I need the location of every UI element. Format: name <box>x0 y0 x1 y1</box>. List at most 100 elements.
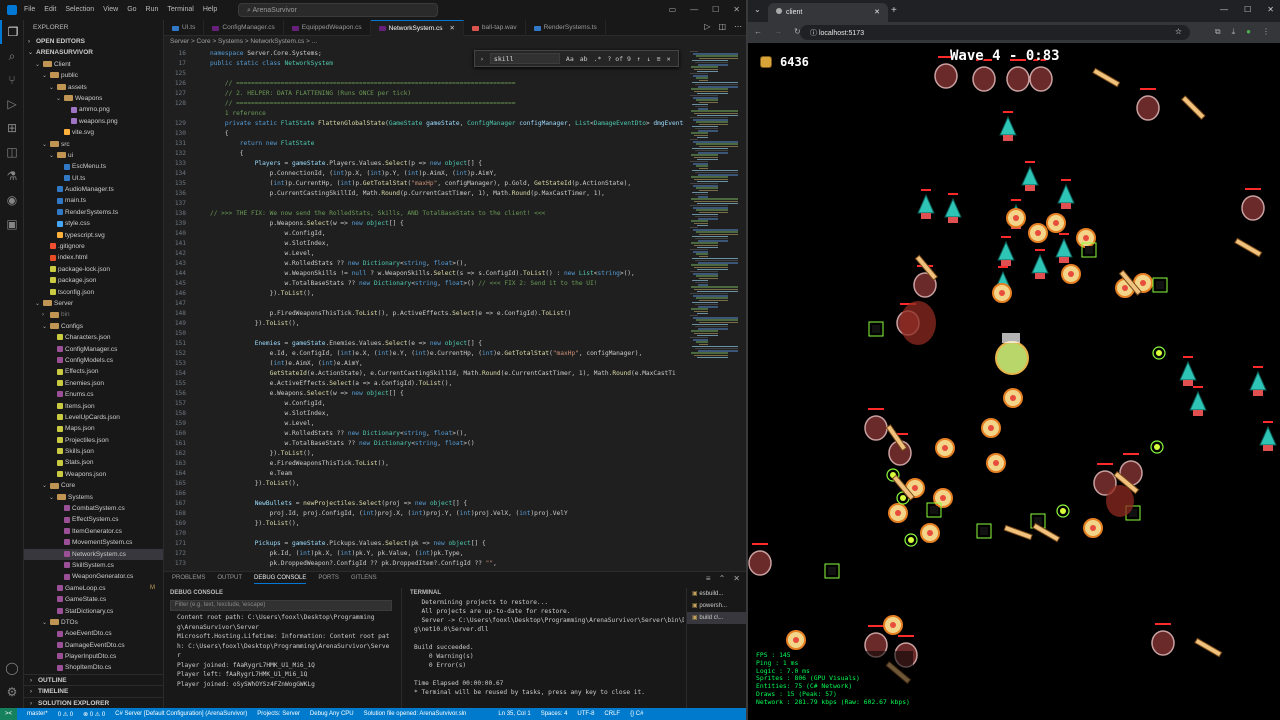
tree-item-movementsystem-cs[interactable]: MovementSystem.cs <box>24 537 163 548</box>
sync-status[interactable]: 0 ⚠ 0 <box>58 711 73 718</box>
tree-item-damageeventdto-cs[interactable]: DamageEventDto.cs <box>24 640 163 651</box>
open-editors-section[interactable]: › OPEN EDITORS <box>24 36 163 47</box>
tree-item-skills-json[interactable]: Skills.json <box>24 446 163 457</box>
csharp-server-status[interactable]: C# Server [Default Configuration] (Arena… <box>115 711 247 717</box>
tree-item-bin[interactable]: › bin <box>24 309 163 320</box>
code-editor[interactable]: 16 namespace Server.Core.Systems; 17 public… <box>164 47 746 567</box>
close-icon[interactable]: ✕ <box>667 55 671 63</box>
menu-icon[interactable]: ≡ <box>657 55 661 63</box>
tree-item-typescript-svg[interactable]: typescript.svg <box>24 230 163 241</box>
tree-item-public[interactable]: ⌄ public <box>24 70 163 81</box>
language-status[interactable]: {} C# <box>630 711 643 717</box>
close-icon[interactable]: ✕ <box>733 5 740 14</box>
sidebar-section-solution-explorer[interactable]: › SOLUTION EXPLORER <box>24 696 164 708</box>
minimize-icon[interactable]: — <box>690 5 698 14</box>
tree-item-ui[interactable]: ⌄ ui <box>24 150 163 161</box>
tree-item-projectiles-json[interactable]: Projectiles.json <box>24 435 163 446</box>
tree-item--gitignore[interactable]: .gitignore <box>24 241 163 252</box>
tree-item-escmenu-ts[interactable]: EscMenu.ts <box>24 161 163 172</box>
panel-tab-problems[interactable]: PROBLEMS <box>172 575 205 584</box>
tree-item-weapons-png[interactable]: weapons.png <box>24 116 163 127</box>
branch-status[interactable]: master* <box>27 711 48 717</box>
tree-item-weapons[interactable]: ⌄ Weapons <box>24 93 163 104</box>
tree-item-gamestate-cs[interactable]: GameState.cs <box>24 594 163 605</box>
whole-word-icon[interactable]: ab <box>580 55 588 63</box>
run-debug-icon[interactable]: ▷ <box>0 92 24 116</box>
extensions-icon[interactable]: ⊞ <box>0 116 24 140</box>
solution-status[interactable]: Solution file opened: ArenaSurvivor.sln <box>364 711 467 717</box>
tree-item-levelupcards-json[interactable]: LevelUpCards.json <box>24 412 163 423</box>
tree-item-dtos[interactable]: ⌄ DTOs <box>24 617 163 628</box>
panel-tab-output[interactable]: OUTPUT <box>217 575 242 584</box>
remote-indicator[interactable]: >< <box>0 708 18 720</box>
project-section[interactable]: ⌄ ARENASURVIVOR <box>24 47 163 58</box>
chrome-menu-icon[interactable]: ⋮ <box>1262 27 1270 37</box>
debug-filter-input[interactable]: Filter (e.g. text, !exclude, \escape) <box>170 600 392 611</box>
tree-item-src[interactable]: ⌄ src <box>24 139 163 150</box>
tree-item-playerinputdto-cs[interactable]: PlayerInputDto.cs <box>24 651 163 662</box>
gitlens-icon[interactable]: ◉ <box>0 188 24 212</box>
tree-item-ammo-png[interactable]: ammo.png <box>24 104 163 115</box>
menu-item-edit[interactable]: Edit <box>44 6 56 13</box>
tree-item-enums-cs[interactable]: Enums.cs <box>24 389 163 400</box>
arrow-up-icon[interactable]: ↑ <box>637 55 641 63</box>
terminal[interactable]: TERMINAL Determining projects to restore… <box>404 588 684 709</box>
close-icon[interactable]: ✕ <box>1267 5 1274 14</box>
tree-item-itemgenerator-cs[interactable]: ItemGenerator.cs <box>24 526 163 537</box>
tree-item-ui-ts[interactable]: UI.ts <box>24 173 163 184</box>
tree-item-assets[interactable]: ⌄ assets <box>24 82 163 93</box>
maximize-icon[interactable]: ☐ <box>1244 5 1251 14</box>
tree-item-maps-json[interactable]: Maps.json <box>24 423 163 434</box>
tree-item-aoeeventdto-cs[interactable]: AoeEventDto.cs <box>24 628 163 639</box>
account-icon[interactable]: ◯ <box>0 656 24 680</box>
extension-icon[interactable]: ⧉ <box>1215 27 1221 37</box>
chevron-right-icon[interactable]: › <box>480 55 484 63</box>
tree-item-package-lock-json[interactable]: package-lock.json <box>24 264 163 275</box>
indentation-status[interactable]: Spaces: 4 <box>541 711 568 717</box>
tree-item-configmodels-cs[interactable]: ConfigModels.cs <box>24 355 163 366</box>
debug-config-status[interactable]: Debug Any CPU <box>310 711 354 717</box>
tree-item-combatsystem-cs[interactable]: CombatSystem.cs <box>24 503 163 514</box>
tree-item-characters-json[interactable]: Characters.json <box>24 332 163 343</box>
site-info-icon[interactable]: ⓘ <box>810 30 819 37</box>
tree-item-weapons-json[interactable]: Weapons.json <box>24 469 163 480</box>
regex-icon[interactable]: .* <box>594 55 602 63</box>
tree-item-gameloop-cs[interactable]: GameLoop.cs M <box>24 583 163 594</box>
filter-icon[interactable]: ≡ <box>706 574 711 583</box>
cursor-position[interactable]: Ln 35, Col 1 <box>498 711 530 717</box>
arrow-down-icon[interactable]: ↓ <box>647 55 651 63</box>
tree-item-package-json[interactable]: package.json <box>24 275 163 286</box>
tree-item-systems[interactable]: ⌄ Systems <box>24 492 163 503</box>
tree-item-weapongenerator-cs[interactable]: WeaponGenerator.cs <box>24 571 163 582</box>
eol-status[interactable]: CRLF <box>604 711 620 717</box>
problems-status[interactable]: ⊗ 0 ⚠ 0 <box>83 711 105 718</box>
maximize-icon[interactable]: ☐ <box>712 5 719 14</box>
tree-item-enemies-json[interactable]: Enemies.json <box>24 378 163 389</box>
back-icon[interactable]: ← <box>754 27 762 36</box>
tab-search-icon[interactable]: ⌄ <box>754 5 761 14</box>
minimize-icon[interactable]: — <box>1220 5 1228 14</box>
close-tab-icon[interactable]: ✕ <box>874 8 880 17</box>
tree-item-style-css[interactable]: style.css <box>24 218 163 229</box>
tree-item-vite-svg[interactable]: vite.svg <box>24 127 163 138</box>
menu-item-view[interactable]: View <box>103 6 118 13</box>
explorer-icon[interactable]: ❐ <box>0 20 24 44</box>
browser-tab[interactable]: client ✕ <box>768 3 888 22</box>
menu-item-help[interactable]: Help <box>203 6 217 13</box>
download-icon[interactable]: ⤓ <box>1232 27 1236 37</box>
find-input[interactable]: skill <box>489 53 560 64</box>
tab-networksystem-cs[interactable]: NetworkSystem.cs ✕ <box>370 20 464 36</box>
tree-item-skillsystem-cs[interactable]: SkillSystem.cs <box>24 560 163 571</box>
panel-tab-gitlens[interactable]: GITLENS <box>351 575 377 584</box>
split-editor-icon[interactable]: ◫ <box>718 22 726 31</box>
sidebar-section-outline[interactable]: › OUTLINE <box>24 673 164 685</box>
profile-icon[interactable]: ● <box>1246 27 1251 37</box>
search-icon[interactable]: ⌕ <box>0 44 24 68</box>
run-icon[interactable]: ▷ <box>704 22 710 31</box>
panel-tab-ports[interactable]: PORTS <box>318 575 339 584</box>
tree-item-audiomanager-ts[interactable]: AudioManager.ts <box>24 184 163 195</box>
tab-equippedweapon-cs[interactable]: EquippedWeapon.cs <box>284 20 371 36</box>
menu-item-terminal[interactable]: Terminal <box>167 6 193 13</box>
tree-item-shopitemdto-cs[interactable]: ShopItemDto.cs <box>24 662 163 673</box>
breadcrumb[interactable]: Server > Core > Systems > NetworkSystem.… <box>164 36 746 47</box>
